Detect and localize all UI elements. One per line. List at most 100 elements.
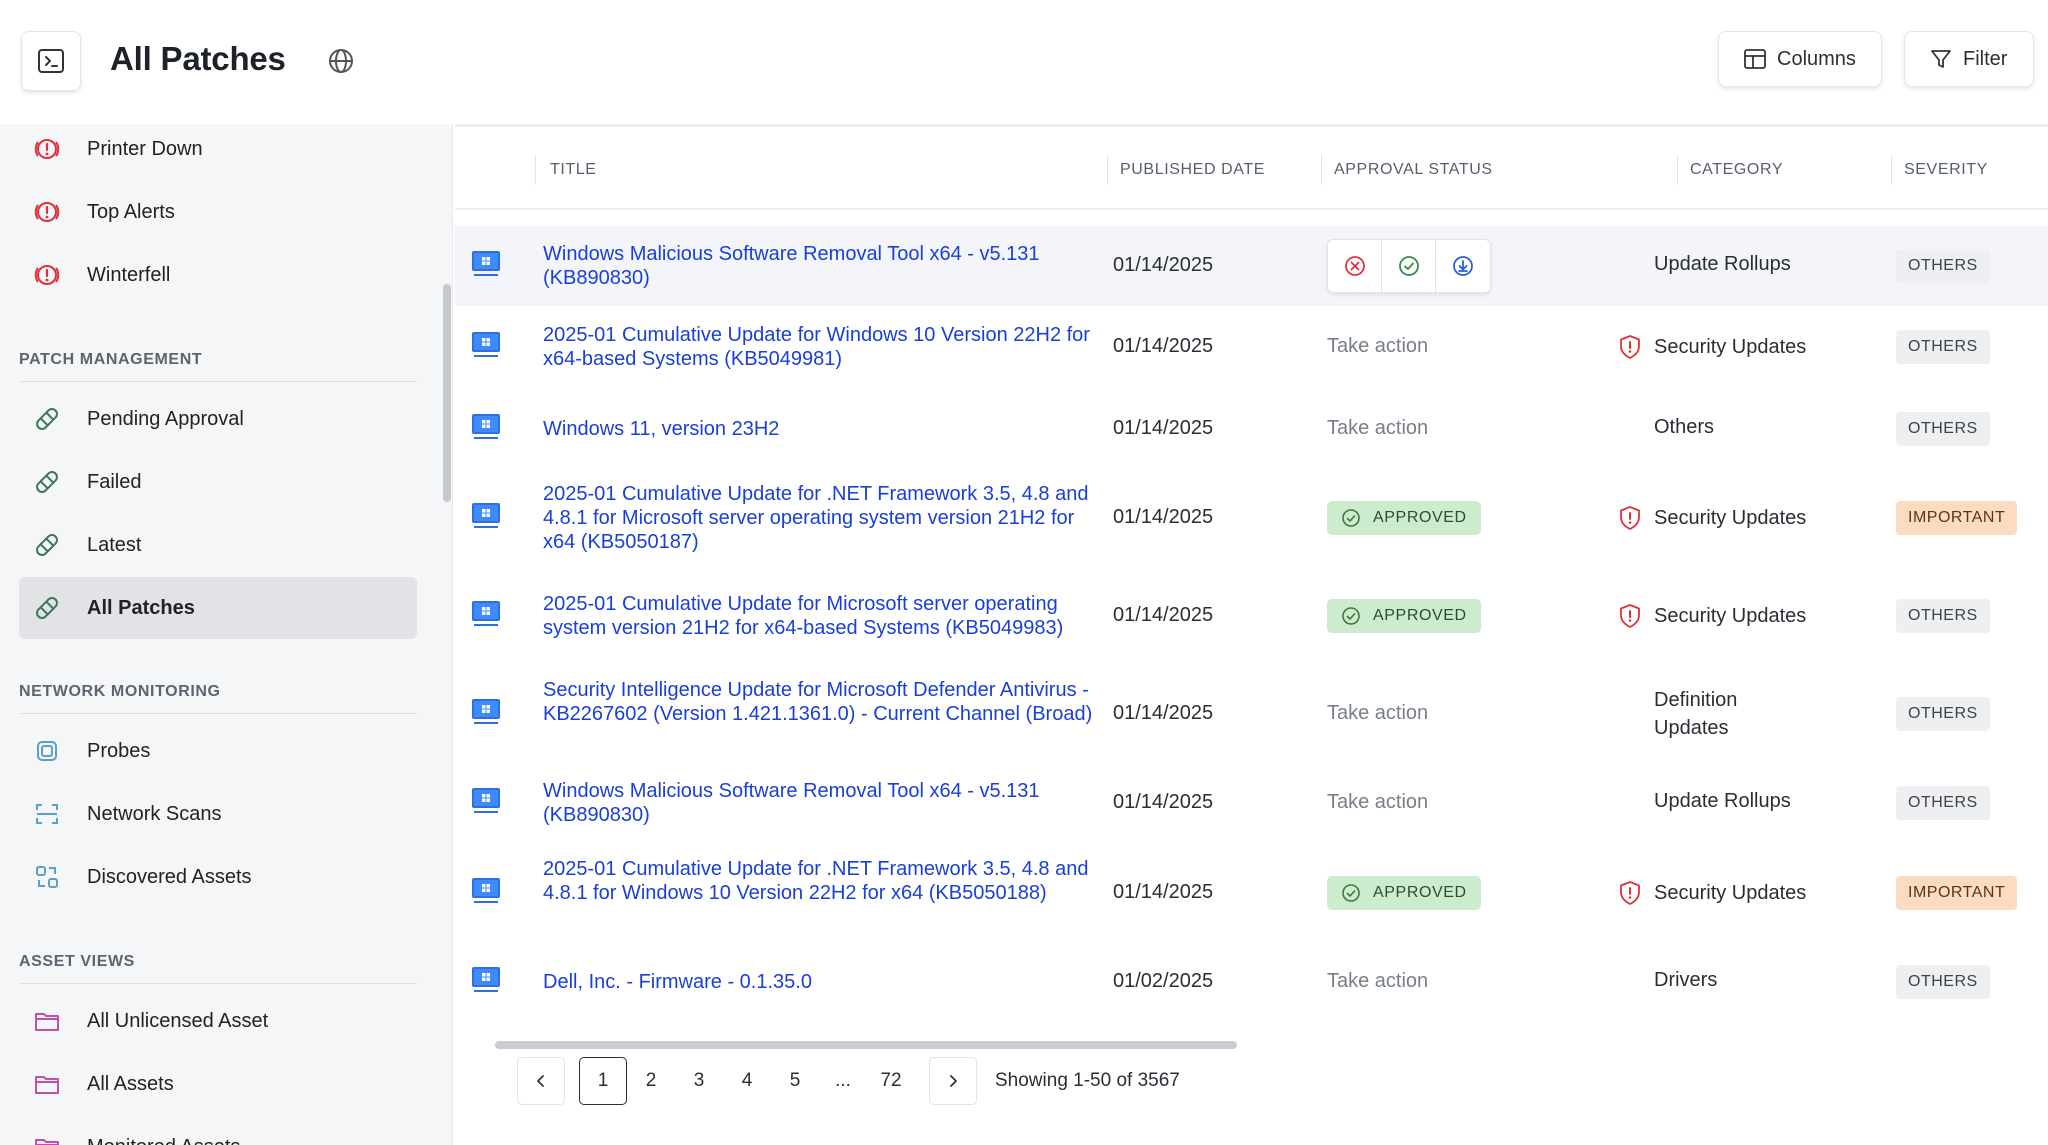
bandage-icon [33,405,61,433]
table-row[interactable]: Dell, Inc. - Firmware - 0.1.35.0 01/02/20… [455,942,2048,1022]
patch-title-link[interactable]: Dell, Inc. - Firmware - 0.1.35.0 [543,970,1095,994]
column-separator [1321,155,1322,185]
shield-alert-icon [1620,881,1640,905]
table-row[interactable]: Windows Malicious Software Removal Tool … [455,226,2048,306]
category-cell: Drivers [1618,969,1717,992]
filter-button[interactable]: Filter [1904,31,2034,87]
sidebar-item-probes[interactable]: Probes [19,720,417,782]
column-header-category[interactable]: CATEGORY [1690,161,1783,179]
columns-button[interactable]: Columns [1718,31,1882,87]
sidebar-toggle-button[interactable] [21,31,81,91]
globe-icon[interactable] [327,47,355,75]
patch-title-link[interactable]: Windows 11, version 23H2 [543,417,1095,441]
table-horizontal-scrollbar[interactable] [495,1041,1237,1049]
sidebar-item-all-unlicensed-asset[interactable]: All Unlicensed Asset [19,990,417,1052]
take-action-link[interactable]: Take action [1327,791,1428,814]
page-button-3[interactable]: 3 [675,1057,723,1105]
approved-badge: APPROVED [1327,501,1481,535]
column-header-title[interactable]: TITLE [550,161,597,179]
page-ellipsis: ... [835,1070,851,1091]
windows-monitor-icon [472,414,500,439]
published-date: 01/14/2025 [1113,335,1214,357]
category-label: Security Updates [1654,604,1807,627]
patch-title-link[interactable]: 2025-01 Cumulative Update for Microsoft … [543,592,1095,640]
patch-title-link[interactable]: 2025-01 Cumulative Update for .NET Frame… [543,482,1095,554]
table-row[interactable]: Windows Malicious Software Removal Tool … [455,763,2048,843]
sidebar-item-printer-down[interactable]: Printer Down [19,124,417,180]
sidebar-item-label: All Assets [87,1072,174,1095]
sidebar-item-label: Failed [87,470,142,493]
section-heading-asset-views: ASSET VIEWS [19,953,135,970]
take-action-link[interactable]: Take action [1327,335,1428,358]
sidebar-item-network-scans[interactable]: Network Scans [19,783,417,845]
sidebar-item-pending-approval[interactable]: Pending Approval [19,388,417,450]
sidebar-item-label: All Patches [87,596,195,619]
category-cell: Security Updates [1618,880,1806,906]
sidebar-item-winterfell[interactable]: Winterfell [19,244,417,306]
chip-icon [33,737,61,765]
page-button-4[interactable]: 4 [723,1057,771,1105]
check-circle-icon [1398,256,1419,276]
table-row[interactable]: 2025-01 Cumulative Update for Windows 10… [455,307,2048,387]
page-button-72[interactable]: 72 [867,1057,915,1105]
sidebar-item-all-patches[interactable]: All Patches [19,577,417,639]
alert-icon [33,135,61,163]
discover-icon [33,863,61,891]
sidebar-item-latest[interactable]: Latest [19,514,417,576]
bandage-icon [33,468,61,496]
category-cell: Definition Updates [1618,686,1774,742]
patch-title-link[interactable]: 2025-01 Cumulative Update for Windows 10… [543,323,1095,371]
table-row[interactable]: Windows 11, version 23H2 01/14/2025 Take a… [455,389,2048,469]
columns-icon [1744,49,1766,69]
severity-badge: OTHERS [1896,697,1990,731]
shield-alert-icon [1620,335,1640,359]
table-row[interactable]: 2025-01 Cumulative Update for Microsoft … [455,568,2048,664]
category-label: Drivers [1654,969,1718,991]
windows-monitor-icon [472,601,500,626]
sidebar-item-all-assets[interactable]: All Assets [19,1053,417,1115]
category-cell: Update Rollups [1618,790,1791,813]
category-cell: Security Updates [1618,334,1806,360]
sidebar-item-failed[interactable]: Failed [19,451,417,513]
page-button-5[interactable]: 5 [771,1057,819,1105]
sidebar-item-label: All Unlicensed Asset [87,1009,269,1032]
page-button-1[interactable]: 1 [579,1057,627,1105]
windows-monitor-icon [472,788,500,813]
sidebar-item-top-alerts[interactable]: Top Alerts [19,181,417,243]
approval-action-group [1327,239,1491,293]
table-row[interactable]: 2025-01 Cumulative Update for .NET Frame… [455,845,2048,941]
next-page-button[interactable] [929,1057,977,1105]
take-action-link[interactable]: Take action [1327,417,1428,440]
windows-monitor-icon [472,878,500,903]
table-row[interactable]: Security Intelligence Update for Microso… [455,666,2048,762]
table-row[interactable]: 2025-01 Cumulative Update for .NET Frame… [455,470,2048,566]
category-label: Update Rollups [1654,790,1791,812]
filter-icon [1931,50,1951,68]
column-header-published-date[interactable]: PUBLISHED DATE [1120,161,1265,179]
patch-title-link[interactable]: Windows Malicious Software Removal Tool … [543,779,1095,827]
windows-monitor-icon [472,503,500,528]
column-separator [535,155,536,185]
column-header-severity[interactable]: SEVERITY [1904,161,1988,179]
approve-button[interactable] [1382,240,1436,292]
patch-title-link[interactable]: Security Intelligence Update for Microso… [543,678,1095,726]
patch-title-link[interactable]: Windows Malicious Software Removal Tool … [543,242,1095,290]
sidebar-item-discovered-assets[interactable]: Discovered Assets [19,846,417,908]
sidebar-scrollbar[interactable] [443,284,451,502]
take-action-link[interactable]: Take action [1327,970,1428,993]
patch-title-link[interactable]: 2025-01 Cumulative Update for .NET Frame… [543,857,1095,905]
bandage-icon [33,531,61,559]
sidebar-item-monitored-assets[interactable]: Monitored Assets [19,1116,417,1145]
column-header-approval-status[interactable]: APPROVAL STATUS [1334,161,1493,179]
take-action-link[interactable]: Take action [1327,702,1428,725]
section-heading-patch-management: PATCH MANAGEMENT [19,351,203,368]
previous-page-button[interactable] [517,1057,565,1105]
published-date: 01/14/2025 [1113,604,1214,626]
chevron-left-icon [537,1075,544,1087]
folder-icon [33,1133,61,1145]
severity-badge: OTHERS [1896,965,1990,999]
sidebar-item-label: Winterfell [87,263,171,286]
page-button-2[interactable]: 2 [627,1057,675,1105]
download-button[interactable] [1436,240,1490,292]
reject-button[interactable] [1328,240,1382,292]
